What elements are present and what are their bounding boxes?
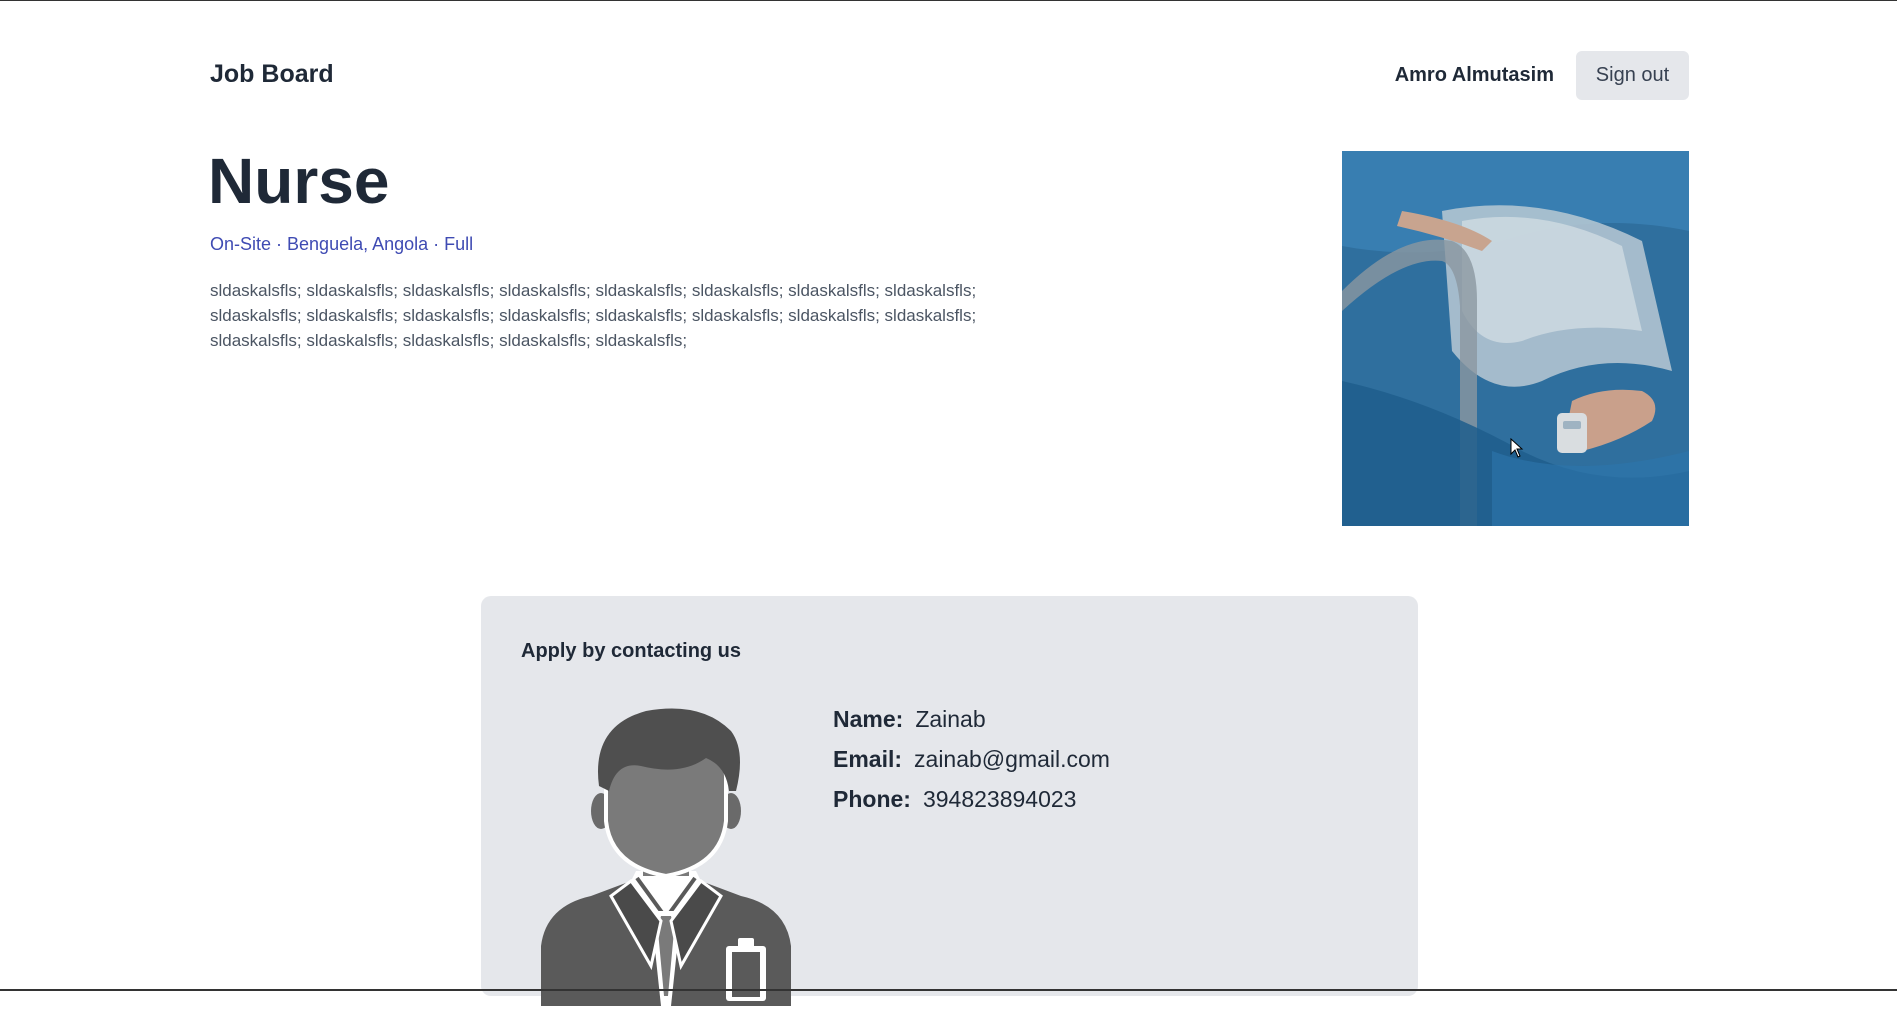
apply-heading: Apply by contacting us [521, 640, 742, 662]
job-workplace: On-Site [210, 234, 272, 254]
contact-email[interactable]: zainab@gmail.com [914, 746, 1110, 773]
contact-name-row: Name: Zainab [833, 699, 1110, 739]
job-meta: On-Site · Benguela, Angola · Full [210, 234, 473, 255]
email-label: Email: [833, 745, 903, 772]
phone-label: Phone: [833, 785, 911, 812]
contact-email-row: Email: zainab@gmail.com [833, 739, 1110, 779]
mouse-cursor-icon [1510, 437, 1524, 458]
name-label: Name: [833, 705, 904, 732]
meta-separator: · [271, 234, 288, 254]
person-avatar-icon [531, 706, 801, 1006]
brand-logo[interactable]: Job Board [210, 60, 334, 89]
apply-card: Apply by contacting us Name: Zainab Emai… [481, 596, 1418, 1006]
contact-name: Zainab [915, 705, 986, 732]
job-title: Nurse [208, 145, 390, 217]
job-description: sldaskalsfls; sldaskalsfls; sldaskalsfls… [210, 281, 977, 350]
user-name: Amro Almutasim [1394, 64, 1554, 86]
meta-separator: · [428, 234, 445, 254]
hospital-patient-photo [1342, 151, 1689, 526]
job-type: Full [444, 234, 474, 254]
sign-out-button[interactable]: Sign out [1576, 51, 1689, 100]
contact-phone-row: Phone: 394823894023 [833, 779, 1110, 819]
job-location: Benguela, Angola [287, 234, 429, 254]
contact-phone: 394823894023 [922, 785, 1077, 812]
top-border [0, 0, 1897, 1]
contact-details: Name: Zainab Email: zainab@gmail.com Pho… [833, 699, 1110, 819]
